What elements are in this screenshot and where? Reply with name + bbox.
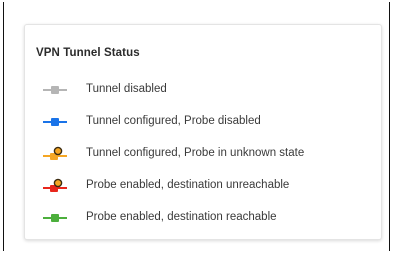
probe-marker-icon xyxy=(43,146,67,160)
legend-item-label: Probe enabled, destination reachable xyxy=(86,211,277,223)
square-marker-icon xyxy=(43,86,67,94)
legend-item-probe-disabled: Tunnel configured, Probe disabled xyxy=(25,113,381,131)
legend-item-label: Tunnel configured, Probe disabled xyxy=(86,115,261,127)
square-marker-icon xyxy=(43,214,67,222)
legend-item-label: Probe enabled, destination unreachable xyxy=(86,179,290,191)
legend-item-label: Tunnel disabled xyxy=(86,83,167,95)
legend-title: VPN Tunnel Status xyxy=(36,47,140,59)
square-marker-icon xyxy=(43,118,67,126)
legend-item-destination-reachable: Probe enabled, destination reachable xyxy=(25,209,381,227)
legend-item-destination-unreachable: Probe enabled, destination unreachable xyxy=(25,177,381,195)
legend-item-label: Tunnel configured, Probe in unknown stat… xyxy=(86,147,305,159)
legend-item-probe-unknown: Tunnel configured, Probe in unknown stat… xyxy=(25,145,381,163)
legend-item-tunnel-disabled: Tunnel disabled xyxy=(25,81,381,99)
legend-card: VPN Tunnel Status Tunnel disabled Tunnel… xyxy=(24,24,382,240)
probe-marker-icon xyxy=(43,178,67,192)
